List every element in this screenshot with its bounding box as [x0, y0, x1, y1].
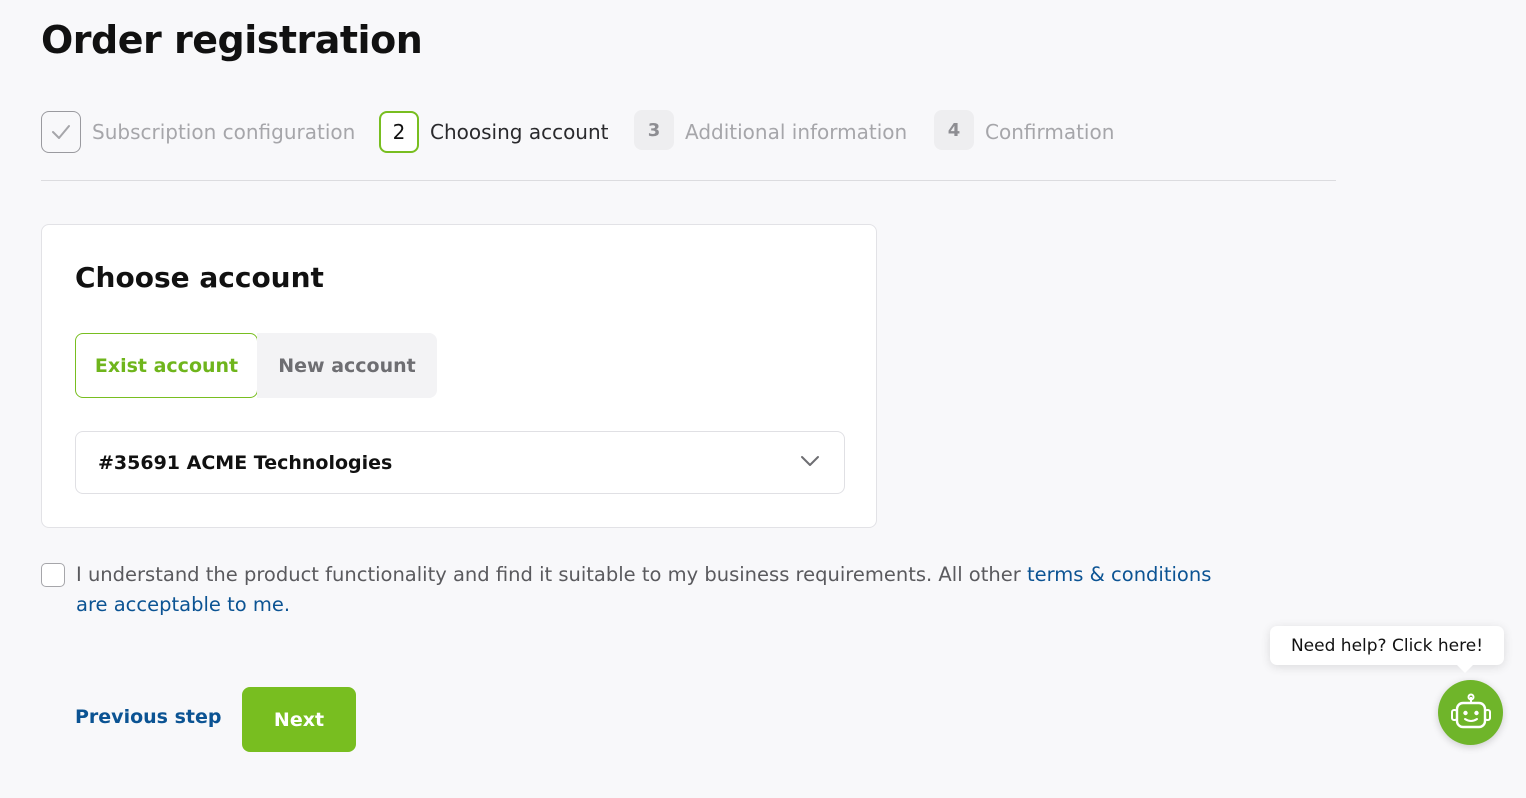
step-1-box — [41, 111, 81, 153]
step-3-number: 3 — [634, 110, 674, 150]
chevron-down-icon — [801, 456, 819, 466]
step-confirmation[interactable]: 4 Confirmation — [934, 110, 1115, 153]
previous-step-link[interactable]: Previous step — [75, 706, 221, 728]
step-1-label: Subscription configuration — [92, 120, 356, 144]
choose-account-card: Choose account Exist account New account… — [41, 224, 877, 528]
agreement-text: I understand the product functionality a… — [76, 560, 1246, 620]
account-select[interactable]: #35691 ACME Technologies — [75, 431, 845, 494]
help-bubble[interactable]: Need help? Click here! — [1270, 626, 1504, 673]
agreement-text-body: I understand the product functionality a… — [76, 563, 1027, 586]
account-type-toggle: Exist account New account — [75, 333, 437, 398]
step-4-number: 4 — [934, 110, 974, 150]
new-account-tab[interactable]: New account — [257, 333, 437, 398]
robot-icon — [1450, 693, 1491, 728]
card-title: Choose account — [75, 261, 324, 294]
stepper: Subscription configuration 2 Choosing ac… — [41, 110, 1336, 181]
agreement-checkbox[interactable] — [41, 563, 65, 587]
help-bot-button[interactable] — [1438, 680, 1503, 745]
exist-account-tab[interactable]: Exist account — [75, 333, 258, 398]
step-3-label: Additional information — [685, 120, 908, 144]
agreement-row: I understand the product functionality a… — [41, 560, 1261, 620]
step-2-number: 2 — [379, 111, 419, 153]
step-subscription-configuration[interactable]: Subscription configuration — [41, 111, 355, 153]
account-select-value: #35691 ACME Technologies — [98, 451, 393, 474]
order-registration-page: Order registration Subscription configur… — [0, 0, 1526, 798]
step-additional-information[interactable]: 3 Additional information — [634, 110, 908, 153]
step-2-label: Choosing account — [430, 120, 609, 144]
next-button[interactable]: Next — [242, 687, 356, 752]
step-choosing-account[interactable]: 2 Choosing account — [379, 111, 609, 153]
page-title: Order registration — [41, 18, 423, 62]
step-4-label: Confirmation — [985, 120, 1115, 144]
check-icon — [52, 125, 70, 139]
